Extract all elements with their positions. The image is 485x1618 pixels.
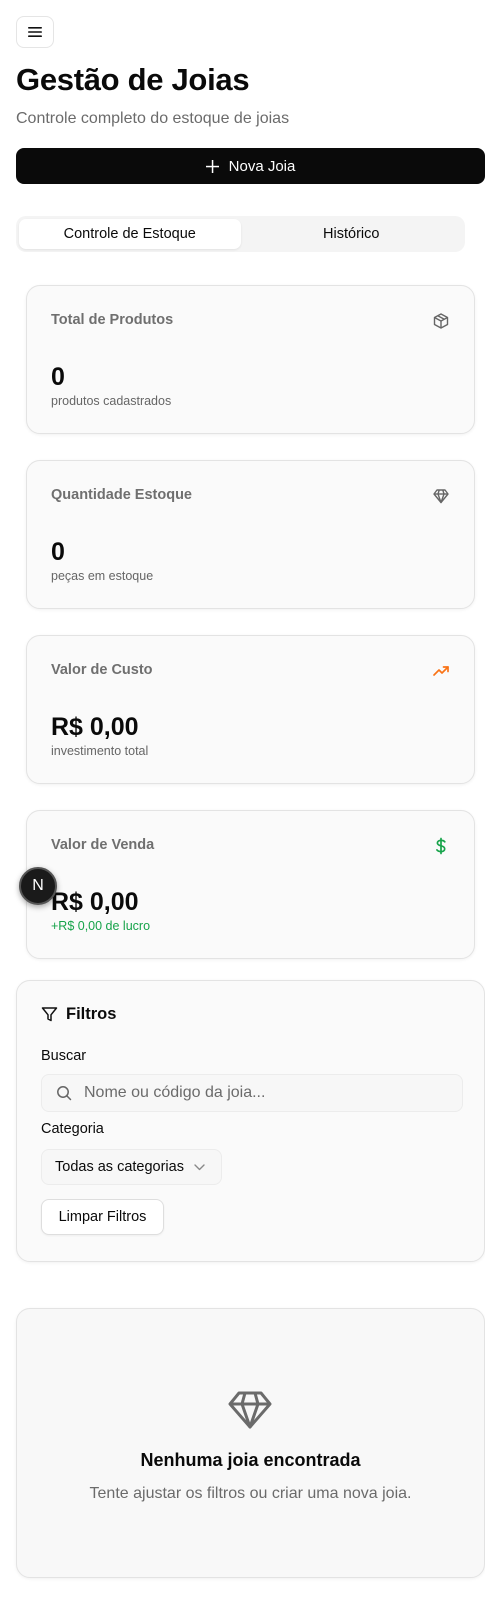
chevron-down-icon [194, 1163, 205, 1170]
stat-value: 0 [51, 538, 65, 566]
page: Gestão de Joias Controle completo do est… [0, 0, 485, 1618]
filter-icon [41, 1007, 58, 1022]
filters-title: Filtros [66, 1005, 117, 1023]
stat-title: Total de Produtos [51, 312, 174, 328]
stat-value: 0 [51, 363, 65, 391]
empty-state-card: Nenhuma joia encontrada Tente ajustar os… [16, 1308, 485, 1578]
stat-value: R$ 0,00 [51, 713, 139, 741]
search-label: Buscar [41, 1048, 87, 1064]
plus-icon [205, 159, 219, 173]
empty-state-title: Nenhuma joia encontrada [140, 1450, 361, 1470]
stat-title: Valor de Custo [51, 662, 153, 678]
stat-card-stock-quantity: Quantidade Estoque 0 peças em estoque [26, 460, 475, 609]
tab-stock-control[interactable]: Controle de Estoque [19, 219, 241, 249]
stat-card-cost-value: Valor de Custo R$ 0,00 investimento tota… [26, 635, 475, 784]
stat-subtext-profit: +R$ 0,00 de lucro [51, 919, 151, 933]
clear-filters-button[interactable]: Limpar Filtros [41, 1199, 164, 1235]
dollar-icon [436, 837, 446, 855]
stat-title: Valor de Venda [51, 837, 155, 853]
gem-icon [433, 489, 449, 504]
search-field [41, 1074, 463, 1112]
stat-subtext: peças em estoque [51, 569, 154, 583]
gem-icon [228, 1391, 272, 1429]
filters-header: Filtros [41, 1005, 116, 1024]
box-icon [433, 313, 449, 329]
category-select[interactable]: Todas as categorias [41, 1149, 222, 1185]
stat-card-sale-value: Valor de Venda R$ 0,00 +R$ 0,00 de lucro [26, 810, 475, 959]
empty-state-message: Tente ajustar os filtros ou criar uma no… [89, 1485, 412, 1502]
stat-value: R$ 0,00 [51, 888, 139, 916]
menu-button[interactable] [16, 16, 54, 48]
new-jewel-label: Nova Joia [228, 157, 296, 175]
trending-up-icon [433, 666, 449, 676]
page-subtitle: Controle completo do estoque de joias [16, 110, 290, 127]
filters-card: Filtros Buscar Categoria Todas as catego… [16, 980, 485, 1262]
floating-n-badge[interactable]: N [19, 867, 57, 905]
new-jewel-button[interactable]: Nova Joia [16, 148, 485, 184]
stat-card-total-products: Total de Produtos 0 produtos cadastrados [26, 285, 475, 434]
stat-subtext: investimento total [51, 744, 149, 758]
page-title: Gestão de Joias [16, 62, 250, 97]
tab-list: Controle de Estoque Histórico [16, 216, 465, 252]
search-input[interactable] [84, 1084, 444, 1102]
menu-icon [28, 27, 42, 37]
category-label: Categoria [41, 1121, 104, 1137]
stat-subtext: produtos cadastrados [51, 394, 172, 408]
search-icon [57, 1086, 72, 1101]
stat-title: Quantidade Estoque [51, 487, 192, 503]
tab-history[interactable]: Histórico [241, 219, 463, 249]
category-selected-value: Todas as categorias [55, 1159, 184, 1175]
